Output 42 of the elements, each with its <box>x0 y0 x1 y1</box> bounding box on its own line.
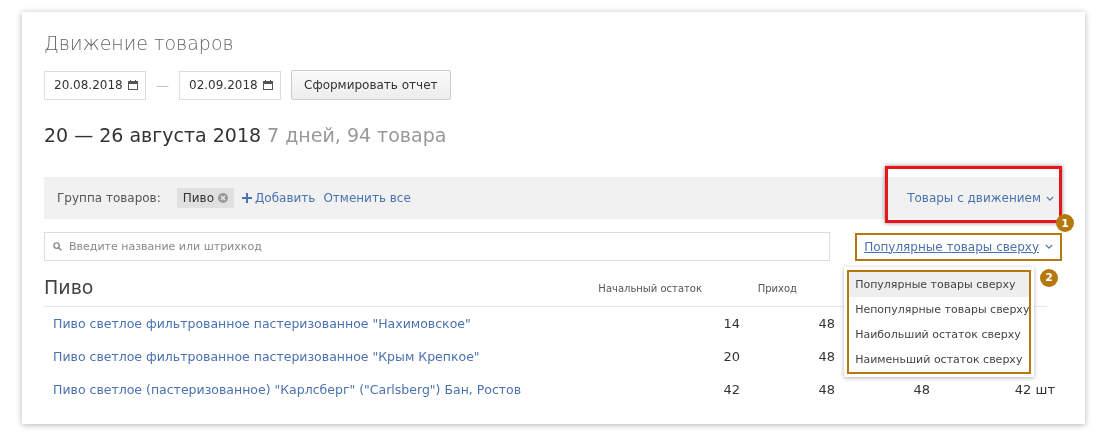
sort-dropdown[interactable]: Популярные товары сверху <box>855 232 1062 261</box>
search-icon <box>53 242 62 251</box>
product-link[interactable]: Пиво светлое (пастеризованное) "Карлсберг" ("Carlsberg") Бан, Ростов <box>53 382 522 397</box>
movement-dropdown[interactable]: Товары с движением <box>907 191 1054 205</box>
table-cell: 14 <box>723 316 740 331</box>
date-field[interactable]: 20.08.2018 <box>44 70 146 100</box>
sort-option[interactable]: Популярные товары сверху <box>847 269 1032 297</box>
chevron-icon <box>1046 195 1054 201</box>
sort-option[interactable]: Непопулярные товары сверху <box>847 296 1032 322</box>
column-header: Приход <box>757 283 797 294</box>
search-field[interactable]: Введите название или штрихкод <box>44 232 830 261</box>
step-badge: 1 <box>1056 214 1074 232</box>
remove-icon[interactable] <box>218 193 228 203</box>
table-cell: 48 <box>913 382 930 397</box>
calendar-icon <box>128 80 138 90</box>
date-separator: — <box>156 77 169 93</box>
sort-option[interactable]: Наименьший остаток сверху <box>847 346 1032 374</box>
table-cell: 42 <box>723 382 740 397</box>
step-badge: 2 <box>1040 268 1059 287</box>
add-label: Добавить <box>255 191 316 205</box>
table-cell: 48 <box>818 382 835 397</box>
table-cell: 20 <box>723 349 740 364</box>
date-field[interactable]: 02.09.2018 <box>179 70 281 100</box>
generate-report-button[interactable]: Сформировать отчет <box>291 70 451 100</box>
filter-tag[interactable]: Пиво <box>176 188 234 208</box>
filter-label: Группа товаров: <box>57 191 161 205</box>
product-link[interactable]: Пиво светлое фильтрованное пастеризованное "Нахимовское" <box>53 316 471 331</box>
period-range: 20 — 26 августа 2018 <box>44 124 262 146</box>
group-heading: Пиво <box>44 276 94 298</box>
clear-all-link[interactable]: Отменить все <box>323 191 411 205</box>
table-cell: 48 <box>818 316 835 331</box>
product-link[interactable]: Пиво светлое фильтрованное пастеризованное "Крым Крепкое" <box>53 349 480 364</box>
page-title: Движение товаров <box>44 32 235 54</box>
period-summary: 7 дней, 94 товара <box>267 124 447 146</box>
chevron-icon <box>1045 244 1053 249</box>
table-cell: 48 <box>818 349 835 364</box>
sort-option[interactable]: Наибольший остаток сверху <box>847 321 1032 347</box>
table-cell: 42 шт <box>1014 382 1055 397</box>
column-header: Начальный остаток <box>598 283 702 294</box>
add-link[interactable]: Добавить <box>242 191 316 205</box>
calendar-icon <box>263 80 273 90</box>
plus-icon <box>242 193 252 203</box>
